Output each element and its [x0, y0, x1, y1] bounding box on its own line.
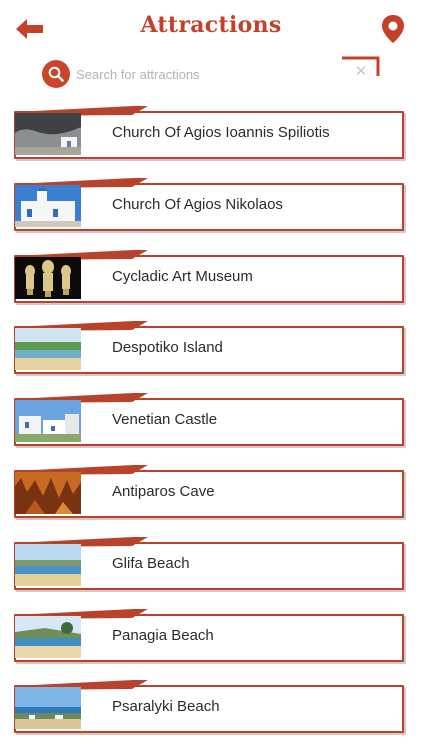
attraction-thumbnail: [15, 471, 81, 514]
list-item[interactable]: Cycladic Art Museum: [14, 249, 406, 303]
attraction-thumbnail: [15, 400, 81, 443]
attraction-thumbnail: [15, 543, 81, 586]
list-item[interactable]: Venetian Castle: [14, 393, 406, 447]
clear-search-button[interactable]: ✕: [352, 63, 370, 81]
attraction-thumbnail: [15, 256, 81, 299]
attraction-thumbnail: [15, 113, 81, 155]
list-item[interactable]: Church Of Agios Nikolaos: [14, 177, 406, 231]
attraction-name: Despotiko Island: [112, 339, 223, 357]
list-item[interactable]: Antiparos Cave: [14, 464, 406, 518]
location-button[interactable]: [380, 14, 406, 44]
attraction-thumbnail: [15, 184, 81, 227]
list-item[interactable]: Church Of Agios Ioannis Spiliotis: [14, 106, 406, 159]
attraction-name: Venetian Castle: [112, 411, 218, 429]
search-icon: [48, 66, 64, 82]
list-item[interactable]: Glifa Beach: [14, 536, 406, 590]
list-item[interactable]: Despotiko Island: [14, 321, 406, 375]
attraction-name: Church Of Agios Nikolaos: [112, 195, 283, 213]
search-bar: ✕: [40, 56, 382, 90]
search-button[interactable]: [42, 60, 70, 88]
attraction-name: Glifa Beach: [112, 554, 190, 572]
attraction-thumbnail: [15, 328, 81, 371]
map-pin-icon: [382, 15, 404, 43]
search-input[interactable]: [74, 61, 378, 87]
attraction-name: Psaralyki Beach: [112, 698, 220, 716]
attraction-name: Antiparos Cave: [112, 482, 215, 500]
list-item[interactable]: Panagia Beach: [14, 608, 406, 662]
attraction-name: Cycladic Art Museum: [112, 267, 253, 285]
list-item[interactable]: Psaralyki Beach: [14, 680, 406, 734]
attraction-thumbnail: [15, 615, 81, 658]
attractions-list: Church Of Agios Ioannis Spiliotis Church …: [14, 106, 406, 752]
page-title: Attractions: [140, 12, 282, 38]
attraction-name: Panagia Beach: [112, 626, 214, 644]
attraction-name: Church Of Agios Ioannis Spiliotis: [112, 124, 330, 141]
header-bar: Attractions: [0, 0, 422, 56]
attraction-thumbnail: [15, 687, 81, 730]
